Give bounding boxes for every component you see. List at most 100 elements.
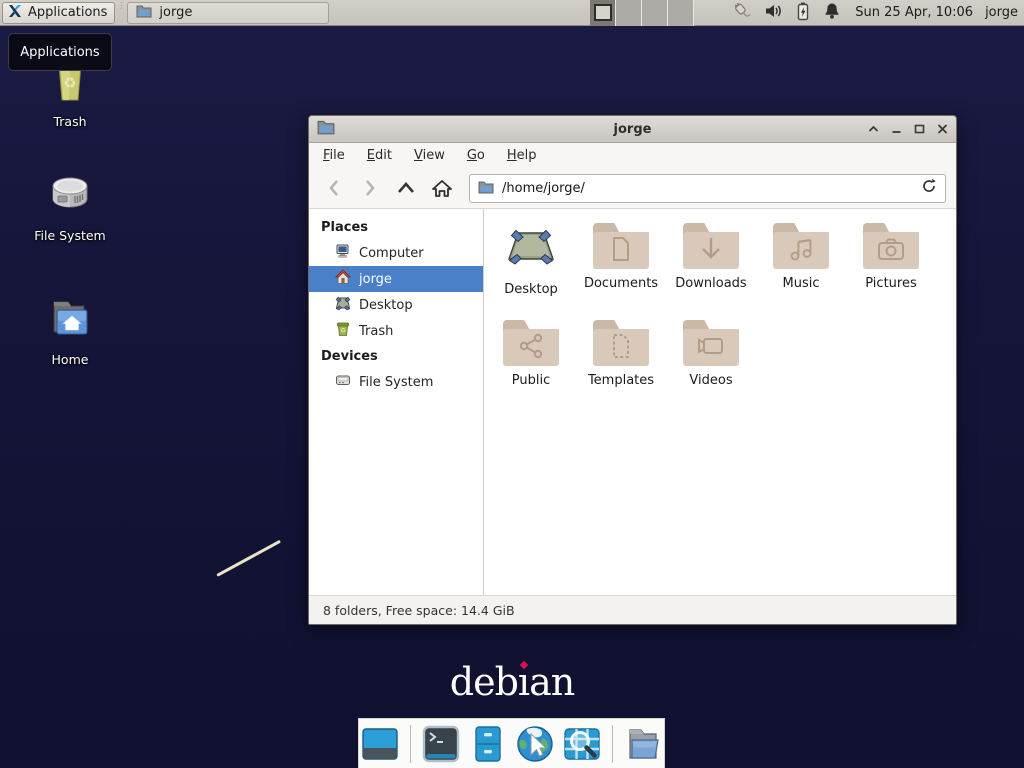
workspace-1[interactable] — [590, 0, 616, 26]
sidebar-item-computer[interactable]: Computer — [309, 240, 483, 266]
toolbar — [309, 168, 956, 209]
title-bar[interactable]: jorge — [309, 116, 956, 143]
show-desktop-icon[interactable] — [360, 724, 400, 764]
folder-item-desktop[interactable]: Desktop — [486, 217, 576, 314]
folder-item-videos[interactable]: Videos — [666, 314, 756, 411]
workspace-4[interactable] — [668, 0, 694, 26]
desktop-icon-label: File System — [34, 228, 106, 243]
svg-text:♻: ♻ — [63, 74, 76, 92]
computer-icon — [335, 243, 351, 263]
volume-icon[interactable] — [763, 1, 783, 25]
shade-button[interactable] — [868, 124, 879, 134]
application-finder-icon[interactable] — [562, 724, 602, 764]
system-tray — [732, 1, 841, 25]
desktop-icon-file-system[interactable]: File System — [15, 170, 125, 243]
sidebar-item-label: Trash — [359, 324, 393, 339]
sidebar-item-jorge[interactable]: jorge — [309, 266, 483, 292]
folder-label: Public — [512, 373, 550, 388]
folder-icon-templates — [593, 320, 649, 366]
folder-label: Documents — [584, 276, 658, 291]
network-icon[interactable] — [732, 1, 752, 25]
back-button[interactable] — [319, 174, 349, 202]
home-folder-icon — [46, 294, 94, 346]
directory-menu-icon[interactable] — [623, 724, 663, 764]
debian-logo: debıan — [0, 660, 1024, 704]
window-title: jorge — [387, 122, 878, 137]
folder-label: Pictures — [865, 276, 916, 291]
menu-view[interactable]: View — [414, 148, 445, 163]
file-cabinet-icon[interactable] — [468, 724, 508, 764]
folder-item-documents[interactable]: Documents — [576, 217, 666, 314]
folder-item-downloads[interactable]: Downloads — [666, 217, 756, 314]
battery-icon[interactable] — [794, 1, 812, 25]
sidebar-item-label: File System — [359, 375, 433, 390]
folder-icon-public — [503, 320, 559, 366]
sidebar-item-desktop[interactable]: Desktop — [309, 292, 483, 318]
folder-label: Templates — [588, 373, 654, 388]
folder-label: Downloads — [675, 276, 746, 291]
close-button[interactable] — [937, 124, 948, 134]
desktop-icon-home[interactable]: Home — [15, 294, 125, 367]
sidebar-item-label: Computer — [359, 246, 424, 261]
reload-icon[interactable] — [921, 178, 937, 198]
panel-user-menu[interactable]: jorge — [985, 5, 1018, 20]
bottom-dock — [358, 718, 665, 768]
svg-text:♻: ♻ — [340, 327, 346, 335]
task-button-label: jorge — [159, 5, 192, 20]
desktop-icon-label: Home — [52, 352, 89, 367]
sidebar-item-file-system[interactable]: File System — [309, 369, 483, 395]
menu-file[interactable]: File — [323, 148, 345, 163]
workspace-3[interactable] — [642, 0, 668, 26]
terminal-icon[interactable] — [421, 724, 461, 764]
dock-separator — [410, 725, 411, 763]
home-icon — [335, 269, 351, 289]
folder-item-pictures[interactable]: Pictures — [846, 217, 936, 314]
folder-label: Videos — [689, 373, 732, 388]
maximize-button[interactable] — [914, 124, 925, 134]
workspace-2[interactable] — [616, 0, 642, 26]
applications-tooltip: Applications — [8, 33, 112, 71]
debian-logo-text: deb — [450, 660, 518, 704]
trash-small-icon: ♻ — [335, 321, 351, 341]
top-panel: Applications ⋮ jorge — [0, 0, 1024, 26]
minimize-button[interactable] — [891, 124, 902, 134]
folder-item-music[interactable]: Music — [756, 217, 846, 314]
status-text: 8 folders, Free space: 14.4 GiB — [323, 603, 515, 618]
folder-icon — [136, 4, 152, 22]
panel-clock[interactable]: Sun 25 Apr, 10:06 — [855, 5, 973, 20]
folder-label: Music — [783, 276, 820, 291]
desktop-icon — [335, 295, 351, 315]
menu-edit[interactable]: Edit — [367, 148, 392, 163]
location-bar[interactable] — [469, 174, 946, 203]
home-button[interactable] — [427, 174, 457, 202]
hard-drive-icon — [46, 170, 94, 222]
menu-go[interactable]: Go — [467, 148, 485, 163]
folder-item-public[interactable]: Public — [486, 314, 576, 411]
up-button[interactable] — [391, 174, 421, 202]
desktop: Applications ⋮ jorge — [0, 0, 1024, 768]
taskbar-button-jorge[interactable]: jorge — [127, 2, 329, 24]
menu-help[interactable]: Help — [507, 148, 537, 163]
folder-icon-music — [773, 223, 829, 269]
applications-button[interactable]: Applications — [2, 2, 115, 24]
sidebar-item-trash[interactable]: ♻ Trash — [309, 318, 483, 344]
file-manager-window: jorge File Edit View Go Help — [308, 115, 957, 625]
path-input[interactable] — [502, 181, 913, 196]
window-folder-icon — [317, 119, 335, 139]
xfce-applications-icon — [7, 3, 23, 23]
drive-icon — [335, 372, 351, 392]
tooltip-text: Applications — [20, 45, 99, 60]
folder-label: Desktop — [504, 282, 558, 297]
panel-handle[interactable]: ⋮ — [117, 3, 124, 23]
forward-button[interactable] — [355, 174, 385, 202]
folder-item-templates[interactable]: Templates — [576, 314, 666, 411]
sidebar-item-label: Desktop — [359, 298, 413, 313]
web-browser-icon[interactable] — [515, 724, 555, 764]
folder-icon-videos — [683, 320, 739, 366]
notifications-icon[interactable] — [823, 1, 841, 25]
folder-icon-downloads — [683, 223, 739, 269]
path-folder-icon — [478, 179, 494, 198]
sidebar-header-places: Places — [309, 215, 483, 240]
dock-separator — [612, 725, 613, 763]
applications-label: Applications — [28, 5, 107, 20]
